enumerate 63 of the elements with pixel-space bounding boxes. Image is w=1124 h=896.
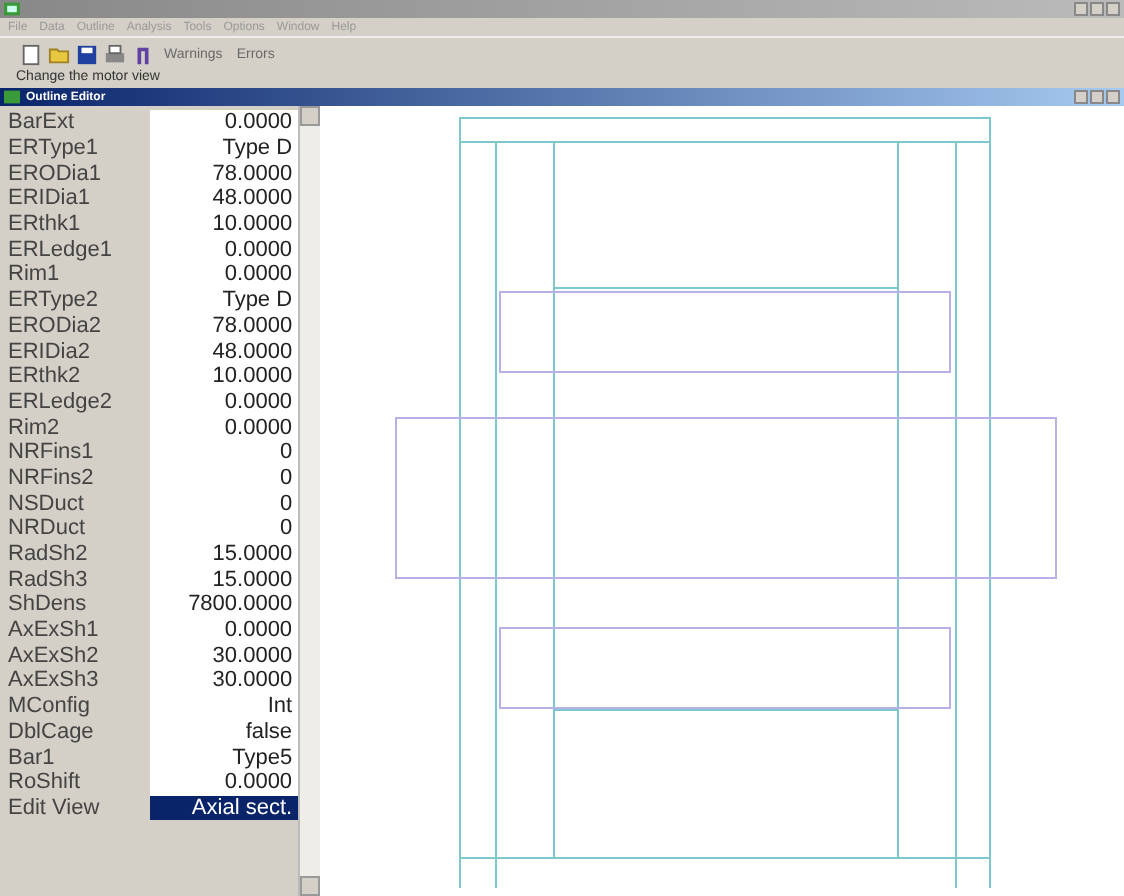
- property-value[interactable]: false: [150, 719, 299, 745]
- property-value[interactable]: 0.0000: [150, 110, 299, 136]
- property-name: ERIDia1: [6, 186, 92, 211]
- property-name: RoShift: [6, 770, 83, 795]
- property-value[interactable]: 15.0000: [150, 541, 299, 567]
- property-value[interactable]: 0.0000: [150, 236, 299, 263]
- printer-icon[interactable]: [104, 43, 126, 65]
- property-name: NRFins1: [6, 440, 96, 465]
- property-value[interactable]: 0.0000: [150, 389, 299, 415]
- property-name: ERIDia2: [6, 339, 92, 364]
- property-value[interactable]: 0: [150, 490, 299, 516]
- property-name: RadSh2: [6, 542, 90, 567]
- property-name: Bar1: [6, 745, 57, 770]
- property-value[interactable]: 10.0000: [150, 363, 299, 390]
- property-name: MConfig: [6, 694, 92, 719]
- property-value[interactable]: 0.0000: [150, 617, 299, 643]
- property-name: ERLedge1: [6, 237, 114, 262]
- property-name: NRDuct: [6, 516, 88, 541]
- editor-icon: [4, 90, 20, 104]
- property-name: Rim2: [6, 415, 62, 440]
- save-icon[interactable]: [76, 43, 98, 65]
- property-name: NSDuct: [6, 491, 86, 516]
- property-value[interactable]: 0.0000: [150, 769, 299, 796]
- property-name: ERType2: [6, 288, 101, 313]
- property-name: NRFins2: [6, 465, 96, 490]
- property-value[interactable]: 48.0000: [150, 338, 299, 364]
- property-value[interactable]: Type5: [150, 744, 299, 770]
- property-value[interactable]: 0.0000: [150, 262, 299, 288]
- new-file-icon[interactable]: [20, 43, 42, 65]
- app-icon: [4, 2, 20, 16]
- property-value[interactable]: 0.0000: [150, 414, 299, 440]
- property-name: ShDens: [6, 592, 89, 617]
- property-name: ERODia1: [6, 161, 103, 186]
- property-value[interactable]: 78.0000: [150, 313, 299, 339]
- property-name: Rim1: [6, 262, 62, 287]
- property-name: AxExSh3: [6, 668, 101, 693]
- property-name: ERLedge2: [6, 389, 114, 414]
- property-value[interactable]: 0: [150, 465, 299, 491]
- property-value[interactable]: Int: [150, 693, 299, 719]
- property-name: DblCage: [6, 719, 96, 744]
- property-name: RadSh3: [6, 567, 90, 592]
- property-name: ERthk1: [6, 212, 83, 237]
- property-value[interactable]: 15.0000: [150, 566, 299, 593]
- property-value[interactable]: 0: [150, 516, 299, 542]
- property-value[interactable]: 0: [150, 439, 299, 466]
- property-name: Edit View: [6, 795, 102, 820]
- property-name: AxExSh1: [6, 618, 101, 643]
- property-name: ERODia2: [6, 313, 103, 338]
- property-value[interactable]: 10.0000: [150, 211, 299, 237]
- figure-icon[interactable]: [132, 43, 154, 65]
- property-name: AxExSh2: [6, 643, 101, 668]
- property-name: BarExt: [6, 110, 77, 135]
- property-value[interactable]: Type D: [150, 287, 299, 313]
- scrollbar[interactable]: [298, 106, 320, 896]
- property-value[interactable]: 48.0000: [150, 186, 299, 212]
- property-value[interactable]: 7800.0000: [150, 592, 299, 618]
- property-value[interactable]: Axial sect.: [150, 795, 299, 821]
- property-value[interactable]: Type D: [150, 135, 299, 161]
- property-name: ERType1: [6, 136, 101, 161]
- property-value[interactable]: 30.0000: [150, 668, 299, 694]
- property-value[interactable]: 30.0000: [150, 642, 299, 669]
- property-value[interactable]: 78.0000: [150, 160, 299, 187]
- property-name: ERthk2: [6, 364, 83, 389]
